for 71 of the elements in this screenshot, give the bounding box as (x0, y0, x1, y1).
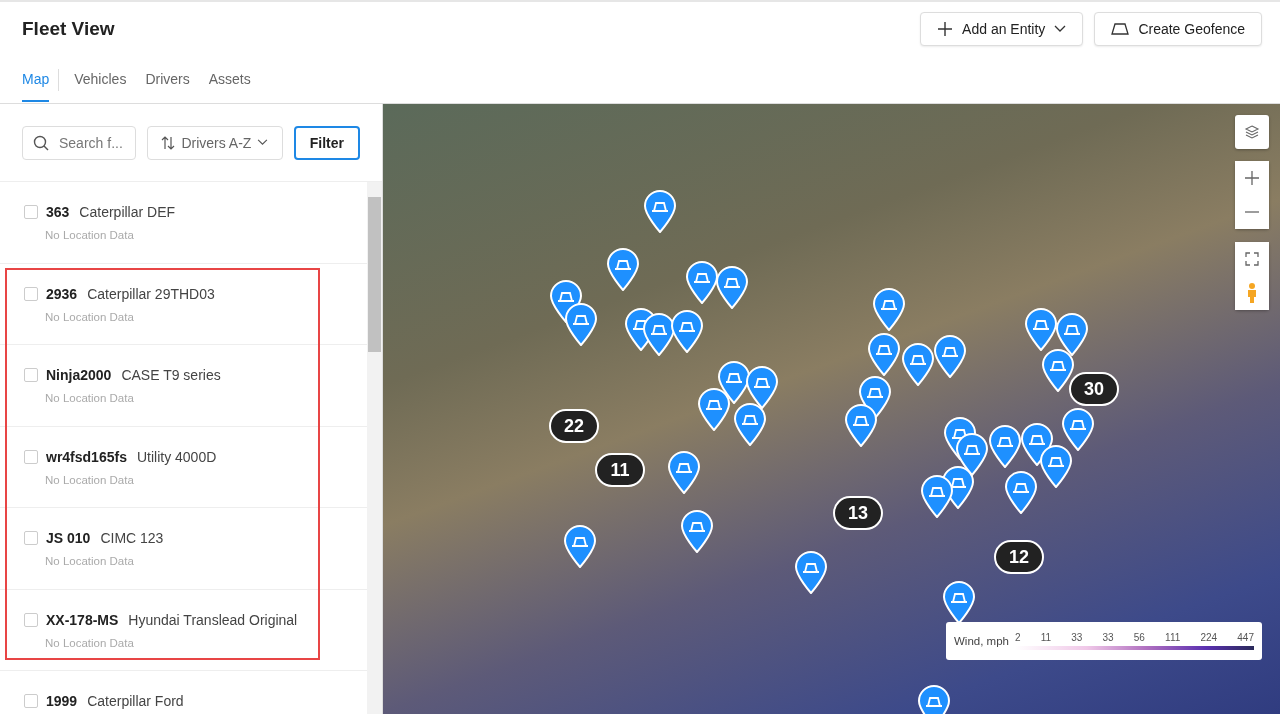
asset-id: 363 (46, 204, 70, 220)
asset-name: Caterpillar Ford (87, 693, 184, 709)
asset-id: 1999 (46, 693, 78, 709)
location-pin-icon[interactable] (1061, 407, 1095, 451)
search-field[interactable]: Search f... (22, 125, 136, 160)
header-button[interactable]: Add an Entity (920, 12, 1084, 47)
legend-tick: 33 (1102, 632, 1114, 643)
location-pin-icon[interactable] (1039, 444, 1073, 488)
chevron-down-icon (257, 139, 269, 146)
layers-button[interactable] (1235, 115, 1269, 149)
checkbox[interactable] (24, 612, 38, 627)
zoom-out-button[interactable] (1235, 195, 1269, 229)
scrollbar[interactable] (367, 182, 382, 714)
minus-icon (1244, 211, 1260, 213)
location-status: No Location Data (45, 473, 135, 486)
legend-tick: 56 (1133, 632, 1145, 643)
checkbox[interactable] (24, 531, 38, 545)
asset-id: 2936 (46, 285, 78, 302)
fullscreen-icon (1245, 252, 1259, 266)
asset-id: wr4fsd165fs (46, 448, 127, 465)
location-status: No Location Data (45, 555, 135, 567)
checkbox[interactable] (24, 286, 38, 301)
location-status: No Location Data (45, 310, 135, 323)
checkbox[interactable] (24, 694, 38, 708)
asset-name: CASE T9 series (121, 367, 221, 383)
tab[interactable]: Drivers (145, 57, 190, 102)
legend-tick: 224 (1200, 632, 1218, 643)
location-status: No Location Data (45, 229, 135, 241)
legend-tick: 11 (1040, 632, 1052, 643)
search-icon (33, 134, 49, 151)
sort-icon (161, 135, 176, 150)
location-pin-icon[interactable] (942, 580, 976, 624)
chevron-down-icon (1054, 25, 1067, 34)
page-title: Fleet View (22, 18, 115, 41)
plus-icon (937, 21, 954, 38)
asset-id: Ninja2000 (46, 367, 112, 383)
legend-label: Wind, mph (954, 635, 1009, 647)
filter-button[interactable]: Filter (293, 125, 360, 160)
location-pin-icon[interactable] (794, 550, 828, 594)
asset-name: Utility 4000D (136, 448, 217, 465)
tab[interactable]: Assets (208, 57, 251, 102)
asset-name: CIMC 123 (100, 530, 164, 546)
sort-dropdown[interactable]: Drivers A-Z (147, 125, 283, 160)
checkbox[interactable] (24, 368, 38, 382)
location-status: No Location Data (45, 636, 135, 649)
asset-id: JS 010 (46, 530, 91, 546)
zoom-in-button[interactable] (1235, 161, 1269, 195)
asset-name: Hyundai Translead Original (128, 611, 298, 628)
layers-icon (1244, 124, 1260, 140)
location-pin-icon[interactable] (955, 432, 989, 476)
location-pin-icon[interactable] (988, 424, 1022, 468)
checkbox[interactable] (24, 205, 38, 219)
location-status: No Location Data (45, 392, 135, 404)
asset-id: XX-178-MS (46, 611, 119, 628)
location-pin-icon[interactable] (1041, 348, 1075, 392)
location-pin-icon[interactable] (920, 474, 954, 518)
header-button[interactable]: Create Geofence (1094, 12, 1262, 47)
asset-name: Caterpillar DEF (79, 204, 176, 220)
location-pin-icon[interactable] (1004, 470, 1038, 514)
legend-tick: 2 (1014, 632, 1021, 643)
plus-icon (1244, 170, 1260, 186)
legend-tick: 447 (1237, 632, 1254, 643)
checkbox[interactable] (24, 449, 38, 464)
fullscreen-button[interactable] (1235, 242, 1269, 276)
legend-tick: 33 (1071, 632, 1083, 643)
trapezoid-icon (1111, 22, 1130, 37)
legend-tick: 111 (1165, 632, 1181, 643)
asset-name: Caterpillar 29THD03 (87, 285, 215, 302)
person-icon (1246, 282, 1258, 304)
tab[interactable]: Vehicles (74, 57, 127, 102)
tab[interactable]: Map (22, 57, 50, 102)
